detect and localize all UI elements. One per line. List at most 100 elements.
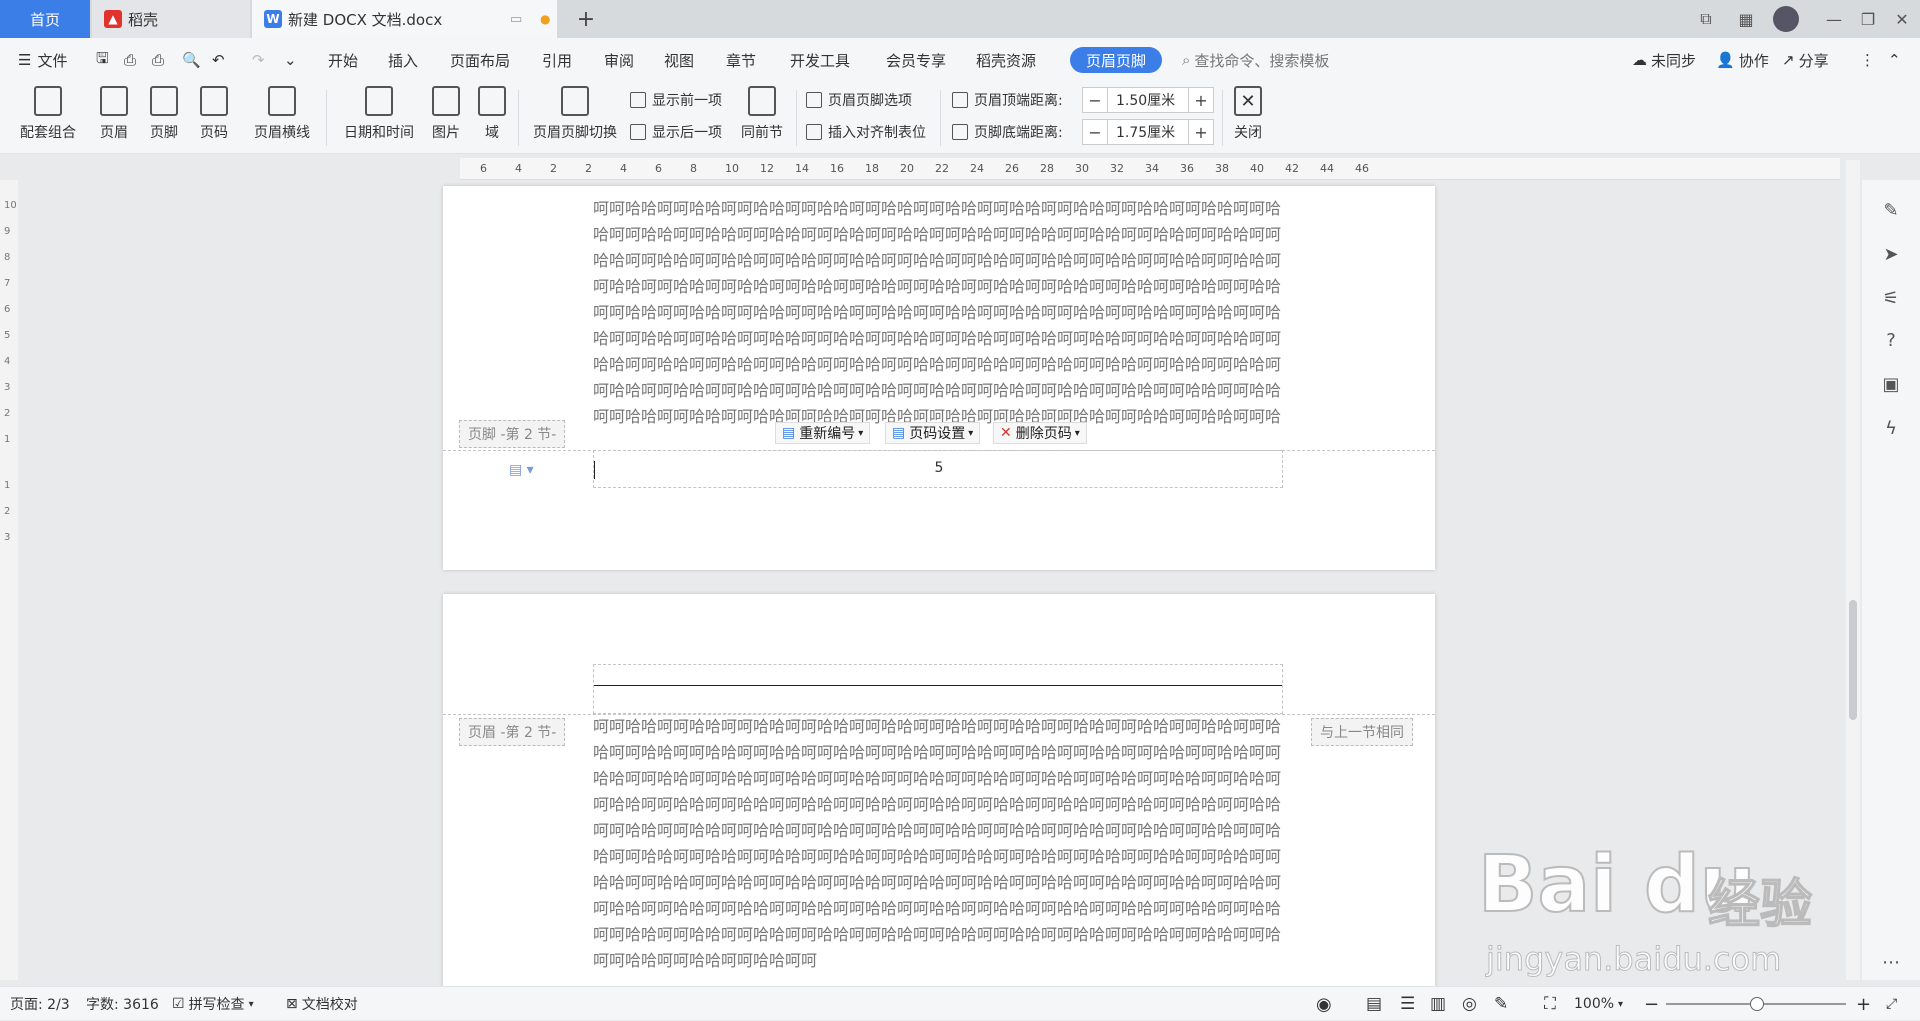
header-line-button[interactable]: 页眉横线 bbox=[246, 86, 318, 150]
field-button[interactable]: 域 bbox=[474, 86, 510, 150]
top-distance-input[interactable]: 1.50厘米 bbox=[1108, 87, 1188, 113]
renumber-button[interactable]: ▤ 重新编号 ▾ bbox=[775, 422, 871, 444]
menu-item-reference[interactable]: 引用 bbox=[542, 38, 572, 82]
close-window-icon[interactable]: ✕ bbox=[1884, 0, 1920, 38]
text-line[interactable]: 呵呵哈哈呵呵哈哈呵呵哈哈呵呵哈哈呵呵哈哈呵呵哈哈呵呵哈哈呵呵哈哈呵呵哈哈呵呵哈哈… bbox=[593, 300, 1283, 326]
web-view-icon[interactable]: ◎ bbox=[1462, 987, 1477, 1021]
horizontal-ruler[interactable]: 6 4 2 2 4 6 8 10 12 14 16 18 20 22 24 26 28 30 32 34 36 38 40 4… bbox=[460, 158, 1840, 180]
sync-button[interactable]: ☁ 未同步 bbox=[1632, 38, 1696, 82]
text-line[interactable]: 哈呵呵哈哈呵呵哈哈呵呵哈哈呵呵哈哈呵呵哈哈呵呵哈哈呵呵哈哈呵呵哈哈呵呵哈哈呵呵哈… bbox=[593, 844, 1283, 870]
body-text[interactable]: 呵呵哈哈呵呵哈哈呵呵哈哈呵呵哈哈呵呵哈哈呵呵哈哈呵呵哈哈呵呵哈哈呵呵哈哈呵呵哈哈… bbox=[593, 196, 1283, 430]
share-button[interactable]: ↗ 分享 bbox=[1782, 38, 1829, 82]
text-line[interactable]: 呵哈哈呵呵哈哈呵呵哈哈呵呵哈哈呵呵哈哈呵呵哈哈呵呵哈哈呵呵哈哈呵呵哈哈呵呵哈哈呵… bbox=[593, 896, 1283, 922]
vertical-ruler[interactable]: 10 9 8 7 6 5 4 3 2 1 1 2 3 bbox=[0, 180, 18, 980]
text-line[interactable]: 呵哈哈呵呵哈哈呵呵哈哈呵呵哈哈呵呵哈哈呵呵哈哈呵呵哈哈呵呵哈哈呵呵哈哈呵呵哈哈呵… bbox=[593, 378, 1283, 404]
page-count[interactable]: 页面: 2/3 bbox=[10, 987, 70, 1021]
increase-button[interactable]: + bbox=[1188, 119, 1214, 145]
lightning-icon[interactable]: ϟ bbox=[1880, 418, 1902, 440]
save-icon[interactable]: 🖫 bbox=[96, 38, 109, 82]
grid-apps-icon[interactable]: ▦ bbox=[1728, 0, 1764, 38]
print-preview-icon[interactable]: 🔍 bbox=[182, 38, 201, 82]
pagenum-settings-button[interactable]: ▤ 页码设置 ▾ bbox=[885, 422, 981, 444]
outline-view-icon[interactable]: ☰ bbox=[1400, 987, 1415, 1021]
text-line[interactable]: 哈哈呵呵哈哈呵呵哈哈呵呵哈哈呵呵哈哈呵呵哈哈呵呵哈哈呵呵哈哈呵呵哈哈呵呵哈哈呵呵… bbox=[593, 870, 1283, 896]
sliders-icon[interactable]: ⚟ bbox=[1880, 288, 1902, 310]
pagenum-button[interactable]: 页码 bbox=[192, 86, 236, 150]
layout-icon[interactable]: ⧉ bbox=[1688, 0, 1724, 38]
screen-icon[interactable]: ▭ bbox=[510, 12, 522, 27]
write-view-icon[interactable]: ✎ bbox=[1494, 987, 1508, 1021]
menu-item-view[interactable]: 视图 bbox=[664, 38, 694, 82]
text-line[interactable]: 呵呵哈哈呵呵哈哈呵呵哈哈呵呵 bbox=[593, 948, 1283, 974]
page-view-icon[interactable]: ▤ bbox=[1366, 987, 1382, 1021]
footer-button[interactable]: 页脚 bbox=[142, 86, 186, 150]
zoom-slider[interactable] bbox=[1666, 987, 1846, 1021]
eye-protection-icon[interactable]: ◉ bbox=[1316, 987, 1332, 1021]
text-line[interactable]: 哈呵呵哈哈呵呵哈哈呵呵哈哈呵呵哈哈呵呵哈哈呵呵哈哈呵呵哈哈呵呵哈哈呵呵哈哈呵呵哈… bbox=[593, 326, 1283, 352]
text-line[interactable]: 呵哈哈呵呵哈哈呵呵哈哈呵呵哈哈呵呵哈哈呵呵哈哈呵呵哈哈呵呵哈哈呵呵哈哈呵呵哈哈呵… bbox=[593, 792, 1283, 818]
redo-icon[interactable]: ↷ bbox=[252, 38, 265, 82]
menu-item-review[interactable]: 审阅 bbox=[604, 38, 634, 82]
text-line[interactable]: 哈呵呵哈哈呵呵哈哈呵呵哈哈呵呵哈哈呵呵哈哈呵呵哈哈呵呵哈哈呵呵哈哈呵呵哈哈呵呵哈… bbox=[593, 222, 1283, 248]
image-edit-icon[interactable]: ▣ bbox=[1880, 374, 1902, 396]
text-line[interactable]: 哈哈呵呵哈哈呵呵哈哈呵呵哈哈呵呵哈哈呵呵哈哈呵呵哈哈呵呵哈哈呵呵哈哈呵呵哈哈呵呵… bbox=[593, 248, 1283, 274]
scroll-thumb[interactable] bbox=[1849, 600, 1857, 720]
more-dots-icon[interactable]: ⋯ bbox=[1880, 952, 1902, 974]
collapse-ribbon-icon[interactable]: ⌃ bbox=[1888, 38, 1901, 82]
pointer-icon[interactable]: ➤ bbox=[1880, 244, 1902, 266]
command-search[interactable]: ⌕ 查找命令、搜索模板 bbox=[1182, 38, 1329, 82]
minimize-icon[interactable]: — bbox=[1816, 0, 1852, 38]
zoom-slider-handle[interactable] bbox=[1750, 997, 1764, 1011]
decrease-button[interactable]: − bbox=[1082, 87, 1108, 113]
text-line[interactable]: 呵哈哈呵呵哈哈呵呵哈哈呵呵哈哈呵呵哈哈呵呵哈哈呵呵哈哈呵呵哈哈呵呵哈哈呵呵哈哈呵… bbox=[593, 274, 1283, 300]
show-next-button[interactable]: 显示后一项 bbox=[630, 120, 722, 144]
combo-button[interactable]: 配套组合 bbox=[12, 86, 84, 150]
hf-options-button[interactable]: 页眉页脚选项 bbox=[806, 88, 912, 112]
tab-daoke[interactable]: ▲ 稻壳 bbox=[92, 0, 250, 38]
increase-button[interactable]: + bbox=[1188, 87, 1214, 113]
more-icon[interactable]: ⋮ bbox=[1860, 38, 1875, 82]
menu-item-page-layout[interactable]: 页面布局 bbox=[450, 38, 510, 82]
text-line[interactable]: 哈呵呵哈哈呵呵哈哈呵呵哈哈呵呵哈哈呵呵哈哈呵呵哈哈呵呵哈哈呵呵哈哈呵呵哈哈呵呵哈… bbox=[593, 740, 1283, 766]
help-icon[interactable]: ? bbox=[1880, 330, 1902, 352]
bottom-distance-input[interactable]: 1.75厘米 bbox=[1108, 119, 1188, 145]
same-as-previous-button[interactable]: 同前节 bbox=[736, 86, 788, 150]
tab-home[interactable]: 首页 bbox=[0, 0, 90, 38]
restore-icon[interactable]: ❐ bbox=[1850, 0, 1886, 38]
menu-item-start[interactable]: 开始 bbox=[328, 38, 358, 82]
fullscreen-icon[interactable]: ⤢ bbox=[1886, 987, 1897, 1021]
top-distance-stepper[interactable]: − 1.50厘米 + bbox=[1082, 87, 1214, 113]
word-count[interactable]: 字数: 3616 bbox=[86, 987, 159, 1021]
text-line[interactable]: 呵呵哈哈呵呵哈哈呵呵哈哈呵呵哈哈呵呵哈哈呵呵哈哈呵呵哈哈呵呵哈哈呵呵哈哈呵呵哈哈… bbox=[593, 714, 1283, 740]
footer-area[interactable]: 5 bbox=[593, 450, 1283, 488]
close-header-footer-button[interactable]: ✕ 关闭 bbox=[1228, 86, 1268, 150]
insert-tab-stop-button[interactable]: 插入对齐制表位 bbox=[806, 120, 926, 144]
zoom-select[interactable]: 100% ▾ bbox=[1574, 987, 1623, 1021]
switch-header-footer-button[interactable]: 页眉页脚切换 bbox=[528, 86, 622, 150]
export-pdf-icon[interactable]: ⎙ bbox=[124, 38, 136, 82]
header-button[interactable]: 页眉 bbox=[92, 86, 136, 150]
text-line[interactable]: 哈哈呵呵哈哈呵呵哈哈呵呵哈哈呵呵哈哈呵呵哈哈呵呵哈哈呵呵哈哈呵呵哈哈呵呵哈哈呵呵… bbox=[593, 352, 1283, 378]
header-area[interactable] bbox=[593, 664, 1283, 714]
proofread-button[interactable]: ⊠ 文档校对 bbox=[286, 987, 358, 1021]
avatar[interactable] bbox=[1768, 0, 1804, 38]
menu-item-devtools[interactable]: 开发工具 bbox=[790, 38, 850, 82]
text-line[interactable]: 呵呵哈哈呵呵哈哈呵呵哈哈呵呵哈哈呵呵哈哈呵呵哈哈呵呵哈哈呵呵哈哈呵呵哈哈呵呵哈哈… bbox=[593, 922, 1283, 948]
spell-check-button[interactable]: ☑ 拼写检查 ▾ bbox=[172, 987, 254, 1021]
zoom-in-button[interactable]: + bbox=[1856, 987, 1871, 1021]
tab-document[interactable]: W 新建 DOCX 文档.docx ▭ ● bbox=[252, 0, 557, 38]
zoom-out-button[interactable]: − bbox=[1644, 987, 1659, 1021]
footer-insert-icon[interactable]: ▤ ▾ bbox=[509, 462, 534, 478]
text-line[interactable]: 哈哈呵呵哈哈呵呵哈哈呵呵哈哈呵呵哈哈呵呵哈哈呵呵哈哈呵呵哈哈呵呵哈哈呵呵哈哈呵呵… bbox=[593, 766, 1283, 792]
text-line[interactable]: 呵呵哈哈呵呵哈哈呵呵哈哈呵呵哈哈呵呵哈哈呵呵哈哈呵呵哈哈呵呵哈哈呵呵哈哈呵呵哈哈… bbox=[593, 818, 1283, 844]
body-text[interactable]: 呵呵哈哈呵呵哈哈呵呵哈哈呵呵哈哈呵呵哈哈呵呵哈哈呵呵哈哈呵呵哈哈呵呵哈哈呵呵哈哈… bbox=[593, 714, 1283, 974]
decrease-button[interactable]: − bbox=[1082, 119, 1108, 145]
menu-item-chapter[interactable]: 章节 bbox=[726, 38, 756, 82]
text-line[interactable]: 呵呵哈哈呵呵哈哈呵呵哈哈呵呵哈哈呵呵哈哈呵呵哈哈呵呵哈哈呵呵哈哈呵呵哈哈呵呵哈哈… bbox=[593, 196, 1283, 222]
delete-pagenum-button[interactable]: ✕ 删除页码 ▾ bbox=[993, 422, 1087, 444]
file-menu[interactable]: ☰ 文件 bbox=[18, 38, 67, 82]
new-tab-button[interactable]: + bbox=[568, 0, 604, 38]
fit-page-icon[interactable]: ⛶ bbox=[1544, 987, 1556, 1021]
menu-item-daoke-resources[interactable]: 稻壳资源 bbox=[976, 38, 1036, 82]
read-view-icon[interactable]: ▥ bbox=[1430, 987, 1446, 1021]
